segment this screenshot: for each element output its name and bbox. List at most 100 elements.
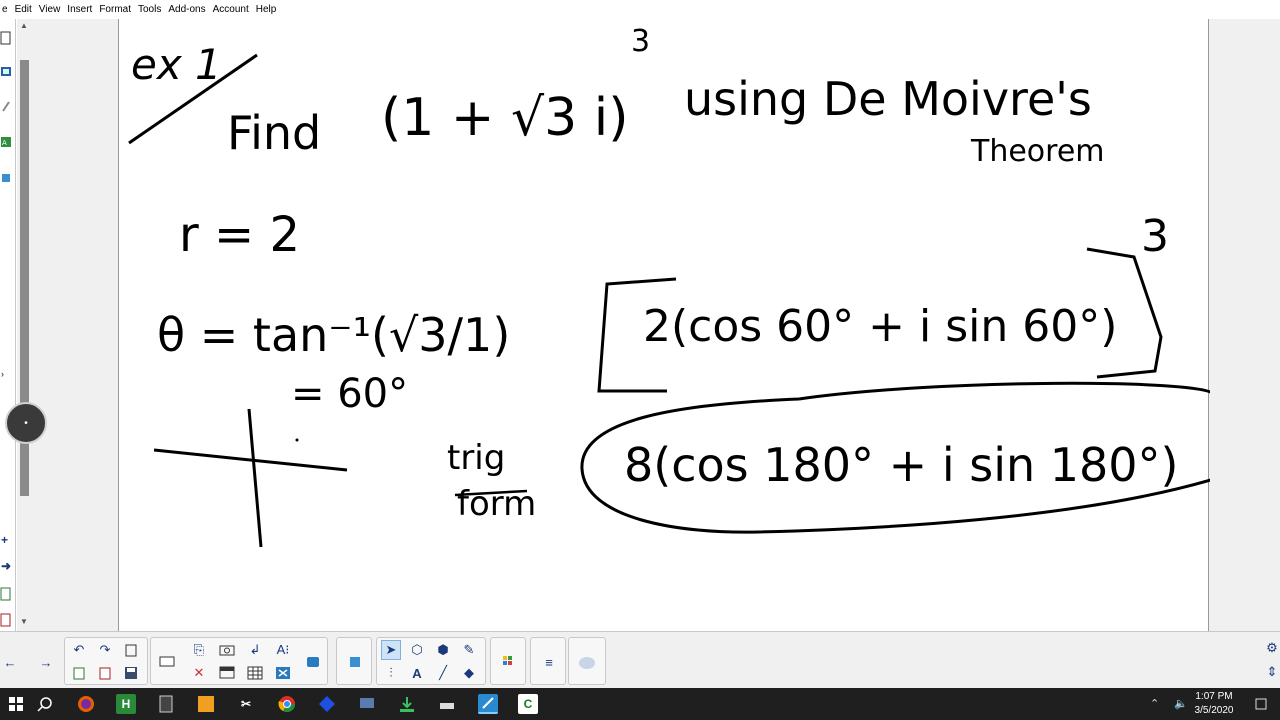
whiteboard-page[interactable]: ex 1 Find (1 + √3 i) 3 using De Moivre's… — [118, 19, 1210, 631]
problem-expression: (1 + √3 i) — [381, 88, 628, 148]
next-page-icon[interactable]: ➜ — [1, 559, 11, 573]
search-icon[interactable] — [35, 694, 55, 714]
menu-insert[interactable]: Insert — [67, 4, 92, 15]
smart-notebook-window: e Edit View Insert Format Tools Add-ons … — [0, 0, 1280, 720]
smart-notebook-icon[interactable] — [478, 694, 498, 714]
eraser-icon[interactable]: ◆ — [459, 663, 479, 683]
pen-icon[interactable]: ✎ — [459, 640, 479, 660]
problem-using: using De Moivre's — [684, 72, 1092, 126]
grid-group — [490, 637, 526, 685]
network-app-icon[interactable] — [357, 694, 377, 714]
save-icon[interactable] — [121, 663, 141, 683]
scroll-down-icon[interactable]: ▼ — [20, 617, 28, 626]
calculator-icon[interactable] — [156, 694, 176, 714]
menu-add-ons[interactable]: Add-ons — [168, 4, 205, 15]
download-app-icon[interactable] — [397, 694, 417, 714]
properties-group: ≡ — [530, 637, 566, 685]
grid-icon[interactable] — [499, 652, 519, 672]
shapes-icon[interactable]: ⬡ — [407, 640, 427, 660]
delete-icon[interactable]: ✕ — [189, 663, 209, 683]
trig-label: trig — [447, 438, 505, 478]
argument-line: θ = tan⁻¹(√3/1) — [157, 308, 510, 362]
drawing-tools-group: ➤ ⬡ ⬢ ✎ ⫶ A ╱ ◆ — [376, 637, 486, 685]
ink-app-icon[interactable] — [437, 694, 457, 714]
menu-account[interactable]: Account — [213, 4, 249, 15]
floating-tools-button[interactable]: • — [5, 402, 47, 444]
text-recognition-icon[interactable]: A⁝ — [273, 640, 293, 660]
notification-icon[interactable] — [1254, 697, 1274, 711]
menu-tools[interactable]: Tools — [138, 4, 161, 15]
page-icon[interactable] — [0, 587, 12, 601]
start-icon[interactable] — [6, 694, 26, 714]
page-icon[interactable] — [577, 652, 597, 672]
firefox-icon[interactable] — [76, 694, 96, 714]
handwriting-layer: ex 1 Find (1 + √3 i) 3 using De Moivre's… — [128, 24, 1210, 548]
page-icon[interactable] — [0, 613, 12, 627]
y-axis-stroke — [247, 408, 263, 548]
problem-theorem: Theorem — [970, 134, 1105, 169]
screen-shade-icon[interactable] — [217, 663, 237, 683]
line-style-icon[interactable]: ≡ — [539, 652, 559, 672]
clock-date: 3/5/2020 — [1194, 705, 1234, 716]
boxed-exponent: 3 — [1141, 211, 1169, 262]
add-ons-icon[interactable] — [303, 652, 323, 672]
diamond-app-icon[interactable] — [317, 694, 337, 714]
fill-icon[interactable]: ⬢ — [433, 640, 453, 660]
menu-edit[interactable]: Edit — [15, 4, 32, 15]
page-sorter-icon[interactable] — [0, 31, 12, 45]
edit-tools-group: ↶ ↷ — [64, 637, 148, 685]
c-app-icon[interactable]: C — [518, 694, 538, 714]
paste-icon[interactable]: ⎘ — [189, 640, 209, 660]
chrome-icon[interactable] — [277, 694, 297, 714]
menu-help[interactable]: Help — [256, 4, 277, 15]
puzzle-icon[interactable] — [345, 652, 365, 672]
menu-file[interactable]: e — [2, 4, 8, 15]
add-page-icon[interactable]: + — [1, 533, 8, 547]
answer-expression: 8(cos 180° + i sin 180°) — [624, 438, 1179, 492]
text-icon[interactable]: A — [407, 663, 427, 683]
point-dot — [295, 438, 299, 442]
clock-time: 1:07 PM — [1195, 691, 1233, 702]
properties-icon[interactable]: A — [0, 135, 12, 149]
forward-arrow-icon[interactable]: → — [36, 652, 56, 672]
x-axis-stroke — [153, 448, 348, 472]
h-app-icon[interactable]: H — [116, 694, 136, 714]
back-arrow-icon[interactable]: ← — [0, 652, 20, 672]
table-icon[interactable] — [245, 663, 265, 683]
measure-icon[interactable]: ⫶ — [381, 663, 401, 683]
vertical-scrollbar[interactable]: ▲ ▼ — [17, 19, 32, 631]
delete-page-icon[interactable] — [95, 663, 115, 683]
select-arrow-icon[interactable]: ➤ — [381, 640, 401, 660]
clock[interactable]: 1:07 PM 3/5/2020 — [1184, 690, 1244, 718]
problem-exponent: 3 — [631, 24, 650, 59]
menu-format[interactable]: Format — [99, 4, 131, 15]
toolbar-swap-icon[interactable]: ⇕ — [1262, 662, 1280, 682]
side-tab-strip: A › + ➜ — [0, 19, 16, 631]
undo-icon[interactable]: ↶ — [69, 640, 89, 660]
collapse-arrow-icon[interactable]: › — [1, 369, 4, 379]
bottom-toolbar: ← → ↶ ↷ ⎘ ↲ A⁝ ✕ ➤ ⬡ ⬢ ✎ ⫶ A ╱ ◆ ≡ ⚙ ⇕ — [0, 631, 1280, 688]
paste-icon[interactable] — [121, 640, 141, 660]
scroll-up-icon[interactable]: ▲ — [20, 21, 28, 30]
page-group — [568, 637, 606, 685]
taskbar: H ✂ C ⌃ 🔈 1:07 PM 3/5/2020 — [0, 688, 1280, 720]
gallery-icon[interactable] — [0, 65, 12, 79]
add-ons-icon[interactable] — [0, 171, 12, 185]
sticky-notes-icon[interactable] — [196, 694, 216, 714]
example-label: ex 1 — [131, 40, 222, 89]
rotate-icon[interactable]: ↲ — [245, 640, 265, 660]
attachments-icon[interactable] — [0, 99, 12, 113]
menu-view[interactable]: View — [39, 4, 61, 15]
tray-chevron-icon[interactable]: ⌃ — [1150, 697, 1159, 710]
line-icon[interactable]: ╱ — [433, 663, 453, 683]
boxed-expression: 2(cos 60° + i sin 60°) — [643, 301, 1117, 352]
camera-icon[interactable] — [217, 640, 237, 660]
copy-icon[interactable] — [69, 663, 89, 683]
svg-text:A: A — [2, 139, 7, 147]
display-icon[interactable] — [157, 652, 177, 672]
redo-icon[interactable]: ↷ — [95, 640, 115, 660]
view-tools-group: ⎘ ↲ A⁝ ✕ — [150, 637, 328, 685]
settings-gear-icon[interactable]: ⚙ — [1262, 638, 1280, 658]
full-screen-icon[interactable] — [273, 663, 293, 683]
snipping-tool-icon[interactable]: ✂ — [236, 694, 256, 714]
